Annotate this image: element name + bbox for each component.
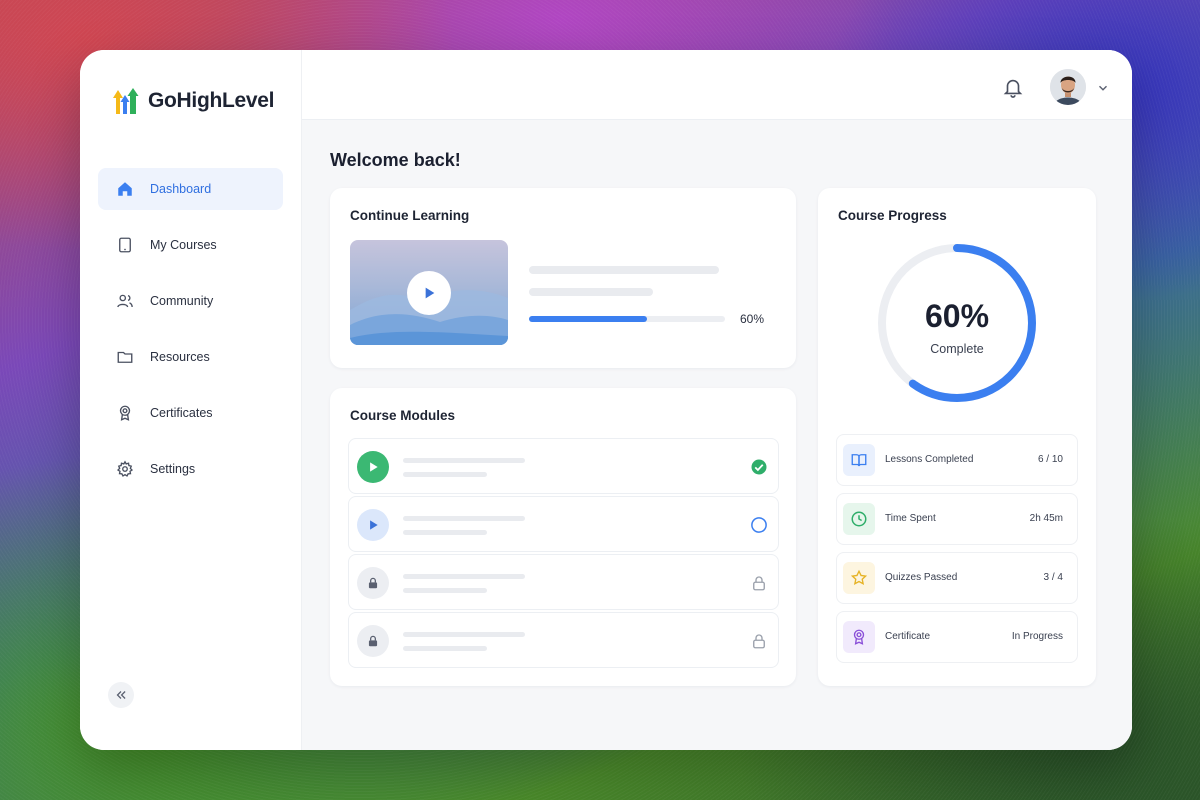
module-row-in-progress[interactable] <box>348 496 779 552</box>
sidebar-item-label: Settings <box>150 462 196 476</box>
module-title-placeholder <box>403 458 525 463</box>
stat-lessons-completed: Lessons Completed 6 / 10 <box>836 434 1078 486</box>
module-row-completed[interactable] <box>348 438 779 494</box>
course-modules-title: Course Modules <box>350 408 456 423</box>
award-icon <box>853 629 865 645</box>
lock-icon <box>753 634 765 649</box>
bell-icon[interactable] <box>1002 76 1024 98</box>
stat-value: 6 / 10 <box>1037 454 1063 465</box>
module-subtitle-placeholder <box>403 472 487 477</box>
progress-percent: 60% <box>924 298 990 334</box>
course-video-thumbnail[interactable] <box>350 240 508 345</box>
module-row-locked[interactable] <box>348 554 779 610</box>
app-window: GoHighLevel Dashboard My Courses Communi… <box>80 50 1132 750</box>
lesson-subtitle-placeholder <box>529 288 653 296</box>
module-lock-badge <box>357 567 389 599</box>
folder-icon <box>117 351 133 363</box>
stat-icon-badge <box>843 444 875 476</box>
sidebar-item-label: Resources <box>150 350 210 364</box>
lesson-progress-label: 60% <box>740 312 765 326</box>
brand-name: GoHighLevel <box>148 89 275 112</box>
award-icon <box>119 405 131 421</box>
circle-icon <box>751 517 767 533</box>
course-modules-card: Course Modules <box>330 388 796 686</box>
stat-label: Quizzes Passed <box>885 572 958 583</box>
course-progress-card: Course Progress 60% Complete Lessons Com… <box>818 188 1096 686</box>
module-title-placeholder <box>403 632 525 637</box>
sidebar-item-settings[interactable]: Settings <box>98 448 283 490</box>
module-play-button[interactable] <box>357 451 389 483</box>
chevrons-left-icon <box>116 691 126 699</box>
users-icon <box>117 294 133 308</box>
tablet-icon <box>119 237 131 253</box>
stat-certificate: Certificate In Progress <box>836 611 1078 663</box>
sidebar-nav: Dashboard My Courses Community Resources… <box>98 168 283 504</box>
clock-icon <box>851 511 867 527</box>
play-icon <box>370 462 378 472</box>
book-icon <box>851 454 867 467</box>
lock-icon <box>368 577 378 589</box>
module-row-locked[interactable] <box>348 612 779 668</box>
sidebar-collapse-button[interactable] <box>108 682 134 708</box>
sidebar-item-label: Certificates <box>150 406 213 420</box>
check-circle-icon <box>751 459 767 475</box>
stat-label: Time Spent <box>885 513 936 524</box>
progress-sub-label: Complete <box>930 342 984 356</box>
module-play-button[interactable] <box>357 509 389 541</box>
logo-arrows-icon <box>113 88 139 114</box>
sidebar-item-dashboard[interactable]: Dashboard <box>98 168 283 210</box>
module-title-placeholder <box>403 574 525 579</box>
stat-icon-badge <box>843 503 875 535</box>
sidebar-item-my-courses[interactable]: My Courses <box>98 224 283 266</box>
stat-value: In Progress <box>1011 631 1063 642</box>
sidebar-item-community[interactable]: Community <box>98 280 283 322</box>
main-content: Welcome back! Continue Learning 60% Cour… <box>302 50 1132 750</box>
sidebar-item-certificates[interactable]: Certificates <box>98 392 283 434</box>
sidebar: GoHighLevel Dashboard My Courses Communi… <box>80 50 302 750</box>
course-progress-title: Course Progress <box>838 208 947 223</box>
stat-quizzes-passed: Quizzes Passed 3 / 4 <box>836 552 1078 604</box>
play-icon <box>370 520 378 530</box>
avatar[interactable] <box>1050 69 1086 105</box>
lesson-progress-bar <box>529 316 725 322</box>
stat-icon-badge <box>843 562 875 594</box>
lock-icon <box>753 576 765 591</box>
lesson-title-placeholder <box>529 266 719 274</box>
module-subtitle-placeholder <box>403 646 487 651</box>
module-lock-badge <box>357 625 389 657</box>
module-title-placeholder <box>403 516 525 521</box>
continue-learning-card: Continue Learning 60% <box>330 188 796 368</box>
play-button[interactable] <box>407 271 451 315</box>
stat-value: 2h 45m <box>1029 513 1063 524</box>
gear-icon <box>116 460 134 477</box>
lock-icon <box>368 635 378 647</box>
top-bar <box>302 50 1132 120</box>
page-title: Welcome back! <box>330 150 461 170</box>
stat-time-spent: Time Spent 2h 45m <box>836 493 1078 545</box>
chevron-down-icon[interactable] <box>1096 81 1110 95</box>
stat-label: Certificate <box>885 631 931 642</box>
module-subtitle-placeholder <box>403 588 487 593</box>
stat-icon-badge <box>843 621 875 653</box>
sidebar-item-label: Dashboard <box>150 182 212 196</box>
lesson-progress-fill <box>529 316 647 322</box>
sidebar-item-label: Community <box>150 294 214 308</box>
play-icon <box>425 287 435 299</box>
user-photo <box>1050 69 1086 105</box>
sidebar-item-label: My Courses <box>150 238 217 252</box>
stat-label: Lessons Completed <box>885 454 974 465</box>
progress-ring: 60% Complete <box>874 240 1040 406</box>
brand-logo[interactable]: GoHighLevel <box>112 86 275 116</box>
module-subtitle-placeholder <box>403 530 487 535</box>
home-icon <box>118 182 132 196</box>
stat-value: 3 / 4 <box>1043 572 1063 583</box>
star-icon <box>850 569 868 586</box>
continue-learning-title: Continue Learning <box>350 208 470 223</box>
sidebar-item-resources[interactable]: Resources <box>98 336 283 378</box>
